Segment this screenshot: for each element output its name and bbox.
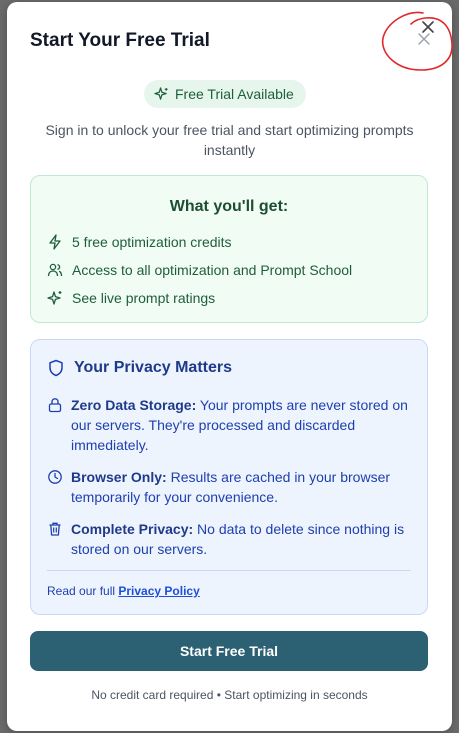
benefit-item-access: Access to all optimization and Prompt Sc… [47,262,352,278]
lock-icon [48,398,62,413]
privacy-title-text: Your Privacy Matters [74,359,232,376]
privacy-item-storage: Zero Data Storage: Your prompts are neve… [47,395,413,455]
shield-icon [49,359,63,377]
badge-label: Free Trial Available [175,86,294,102]
benefit-item-ratings: See live prompt ratings [47,290,215,306]
annotation-circle [381,11,453,71]
privacy-item-browser: Browser Only: Results are cached in your… [47,467,413,507]
benefits-title: What you'll get: [169,198,289,215]
modal-subtitle: Sign in to unlock your free trial and st… [45,122,414,158]
sparkles-icon [154,86,168,100]
modal-title: Start Your Free Trial [30,30,210,51]
privacy-item-heading: Browser Only: [71,469,167,485]
free-trial-badge: Free Trial Available [144,80,306,108]
privacy-title: Your Privacy Matters [47,359,232,377]
users-icon [47,263,63,277]
privacy-panel: Your Privacy Matters Zero Data Storage: … [30,339,428,615]
divider [47,570,411,571]
lightning-icon [49,234,61,250]
policy-prefix: Read our full [47,584,119,598]
privacy-item-complete: Complete Privacy: No data to delete sinc… [47,519,413,559]
start-free-trial-button[interactable]: Start Free Trial [30,631,428,671]
benefits-panel: What you'll get: 5 free optimization cre… [30,175,428,323]
privacy-item-heading: Zero Data Storage: [71,397,197,413]
benefit-item-credits: 5 free optimization credits [47,234,232,250]
free-trial-modal: Start Your Free Trial Free Trial Availab… [7,2,453,731]
benefit-label: Access to all optimization and Prompt Sc… [72,262,353,278]
privacy-item-heading: Complete Privacy: [71,521,194,537]
trash-icon [49,522,61,536]
privacy-policy-link[interactable]: Privacy Policy [118,584,199,598]
sparkles-icon [47,291,62,305]
footnote: No credit card required • Start optimizi… [91,688,368,702]
benefit-label: 5 free optimization credits [72,234,232,250]
clock-icon [48,470,62,484]
benefit-label: See live prompt ratings [72,290,216,306]
privacy-policy-line: Read our full Privacy Policy [47,584,200,598]
